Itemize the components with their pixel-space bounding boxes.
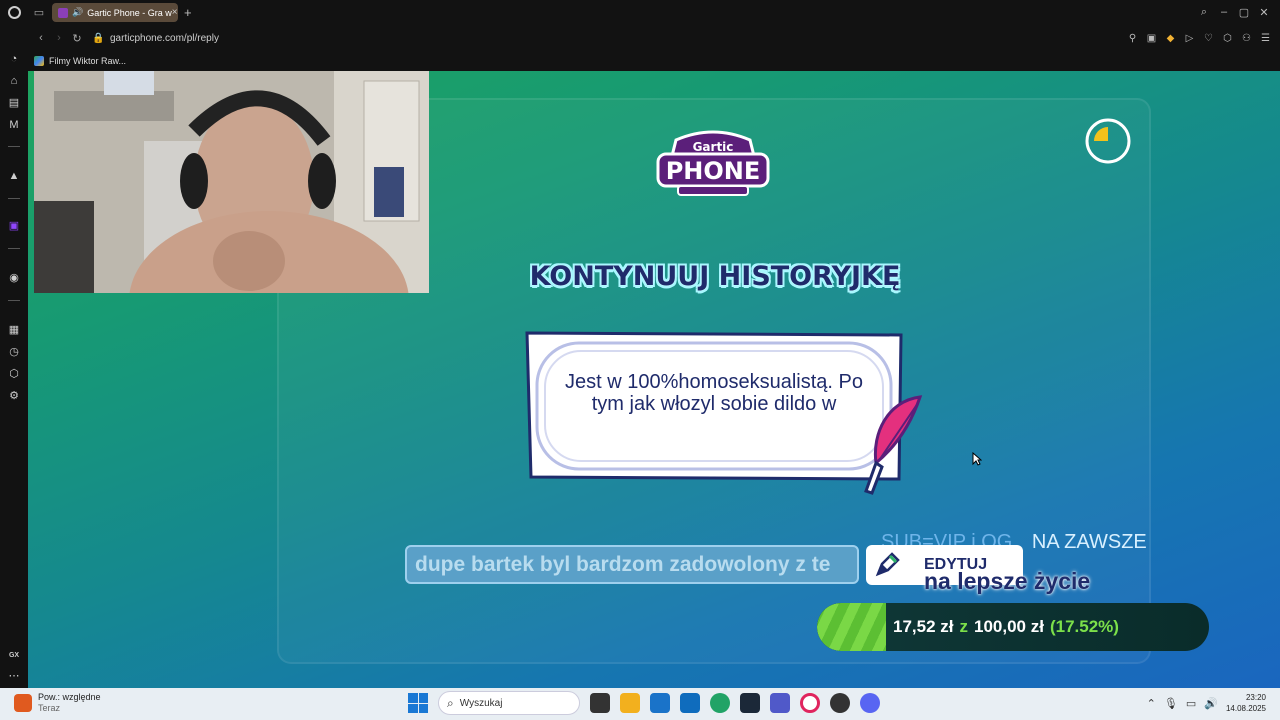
tab-switcher-icon[interactable]: ▭	[28, 0, 50, 25]
sidebar-history-icon[interactable]: ◷	[6, 344, 22, 360]
clock-date: 14.08.2025	[1225, 704, 1266, 713]
search-tabs-icon[interactable]: ⌕	[1196, 6, 1212, 19]
sidebar-settings-icon[interactable]: ⚙	[6, 388, 22, 404]
timer-wedge	[1094, 127, 1108, 141]
profile-icon[interactable]: ⚇	[1240, 32, 1253, 45]
reload-button[interactable]: ↻	[68, 32, 86, 45]
sidebar-wallet-icon[interactable]: ▤	[6, 95, 22, 111]
discord-icon[interactable]	[860, 693, 880, 713]
file-explorer-icon[interactable]	[620, 693, 640, 713]
clock-time: 23:20	[1245, 693, 1266, 702]
clock[interactable]: 23:20 14.08.2025	[1226, 692, 1266, 714]
weather-widget[interactable]: Pow.: względne Teraz	[14, 692, 101, 714]
task-view-icon[interactable]	[590, 693, 610, 713]
edge-icon[interactable]	[710, 693, 730, 713]
player-icon[interactable]: ▷	[1183, 32, 1196, 45]
tray-chevron-icon[interactable]: ⌃	[1147, 697, 1156, 710]
store-icon[interactable]	[650, 693, 670, 713]
bookmark-item[interactable]: Filmy Wiktor Raw...	[49, 56, 126, 66]
close-window-button[interactable]: ✕	[1256, 6, 1272, 19]
address-bar: ‹ › ↻ 🔒 garticphone.com/pl/reply ⚲ ▣ ◆ ▷…	[28, 25, 1280, 51]
opera-gx-icon[interactable]	[800, 693, 820, 713]
weather-sub: Teraz	[38, 703, 61, 713]
network-icon[interactable]: ▭	[1186, 697, 1196, 710]
donation-goal-bar: 17,52 zł z 100,00 zł (17.52%)	[817, 603, 1209, 651]
sidebar-extensions-icon[interactable]: ⬡	[6, 366, 22, 382]
goal-current: 17,52 zł	[893, 617, 954, 636]
opera-logo-icon	[7, 6, 21, 19]
url-field[interactable]: garticphone.com/pl/reply	[110, 33, 219, 44]
sidebar-speed-dial-icon[interactable]: ▦	[6, 322, 22, 338]
tab-title: Gartic Phone - Gra w	[87, 7, 172, 18]
sidebar-player-icon[interactable]: ◉	[6, 270, 22, 286]
microphone-icon[interactable]: 🎙	[1164, 697, 1178, 710]
gartic-phone-logo: Gartic PHONE	[656, 130, 770, 196]
pencil-icon	[875, 552, 900, 577]
gartic-favicon-icon	[58, 7, 68, 18]
opera-sidebar: ◔ ⌂ ▤ M ▲ ▣ ◉ ▦ ◷ ⬡ ⚙ GX ⋯	[0, 25, 28, 688]
close-tab-icon[interactable]: ×	[172, 7, 178, 18]
prompt-text: Jest w 100%homoseksualistą. Po tym jak w…	[565, 371, 863, 415]
mouse-cursor-icon	[972, 452, 982, 466]
sidebar-aria-icon[interactable]: ▲	[6, 168, 22, 184]
heart-icon[interactable]: ♡	[1202, 32, 1215, 45]
search-placeholder: Wyszukaj	[459, 697, 503, 709]
maximize-button[interactable]: ▢	[1236, 6, 1252, 19]
story-answer-input[interactable]: dupe bartek byl bardzom zadowolony z te	[405, 545, 859, 584]
back-button[interactable]: ‹	[32, 32, 50, 44]
logo-bottom-text: PHONE	[666, 157, 761, 185]
lock-icon[interactable]: 🔒	[92, 33, 106, 44]
page-title: KONTYNUUJ HISTORYJKĘ	[529, 261, 901, 292]
speaker-icon[interactable]: 🔊	[72, 7, 83, 18]
weather-icon	[14, 694, 32, 712]
goal-percent: (17.52%)	[1049, 617, 1119, 636]
goal-target: 100,00 zł	[974, 617, 1044, 636]
browser-titlebar: ▭ 🔊 Gartic Phone - Gra w × + ⌕ – ▢ ✕	[0, 0, 1280, 25]
drive-icon	[34, 56, 44, 66]
webcam-feed	[34, 71, 429, 293]
goal-separator: z	[959, 617, 969, 636]
sidebar-messenger-icon[interactable]: M	[6, 117, 22, 133]
browser-tab-active[interactable]: 🔊 Gartic Phone - Gra w ×	[52, 3, 178, 22]
start-button[interactable]	[408, 693, 428, 713]
extensions-icon[interactable]: ⬡	[1221, 32, 1234, 45]
obs-icon[interactable]	[830, 693, 850, 713]
logo-top-text: Gartic	[693, 140, 734, 154]
donation-goal-fill	[817, 603, 886, 651]
pin-icon[interactable]: ⚲	[1126, 32, 1139, 45]
steam-icon[interactable]	[740, 693, 760, 713]
sidebar-more-icon[interactable]: ⋯	[6, 668, 22, 684]
shield-icon[interactable]: ◆	[1164, 32, 1177, 45]
taskbar-search[interactable]: ⌕ Wyszukaj	[438, 691, 580, 715]
forward-button[interactable]: ›	[50, 32, 68, 44]
teams-icon[interactable]	[770, 693, 790, 713]
stream-sub-text-2: NA ZAWSZE	[1031, 531, 1147, 553]
webcam-image	[34, 71, 429, 293]
stream-sub-line-2: na lepsze życie	[924, 568, 1091, 594]
weather-title: Pow.: względne	[38, 692, 101, 702]
windows-taskbar: Pow.: względne Teraz ⌕ Wyszukaj ⌃ 🎙 ▭ 🔊 …	[0, 688, 1280, 720]
minimize-button[interactable]: –	[1216, 6, 1232, 19]
snapshot-icon[interactable]: ▣	[1145, 32, 1158, 45]
opera-menu-button[interactable]	[0, 0, 28, 25]
search-icon: ⌕	[447, 695, 454, 710]
new-tab-button[interactable]: +	[184, 5, 192, 20]
easy-setup-icon[interactable]: ☰	[1259, 32, 1272, 45]
bookmarks-bar: Filmy Wiktor Raw...	[28, 51, 1280, 71]
volume-icon[interactable]: 🔊	[1204, 697, 1218, 710]
sidebar-gx-icon[interactable]: GX	[6, 648, 22, 664]
sidebar-ai-icon[interactable]: ◔	[6, 51, 22, 67]
sidebar-twitch-icon[interactable]: ▣	[6, 218, 22, 234]
round-timer	[1085, 118, 1131, 164]
outlook-icon[interactable]	[680, 693, 700, 713]
sidebar-shop-icon[interactable]: ⌂	[6, 73, 22, 89]
quill-icon	[864, 395, 923, 495]
